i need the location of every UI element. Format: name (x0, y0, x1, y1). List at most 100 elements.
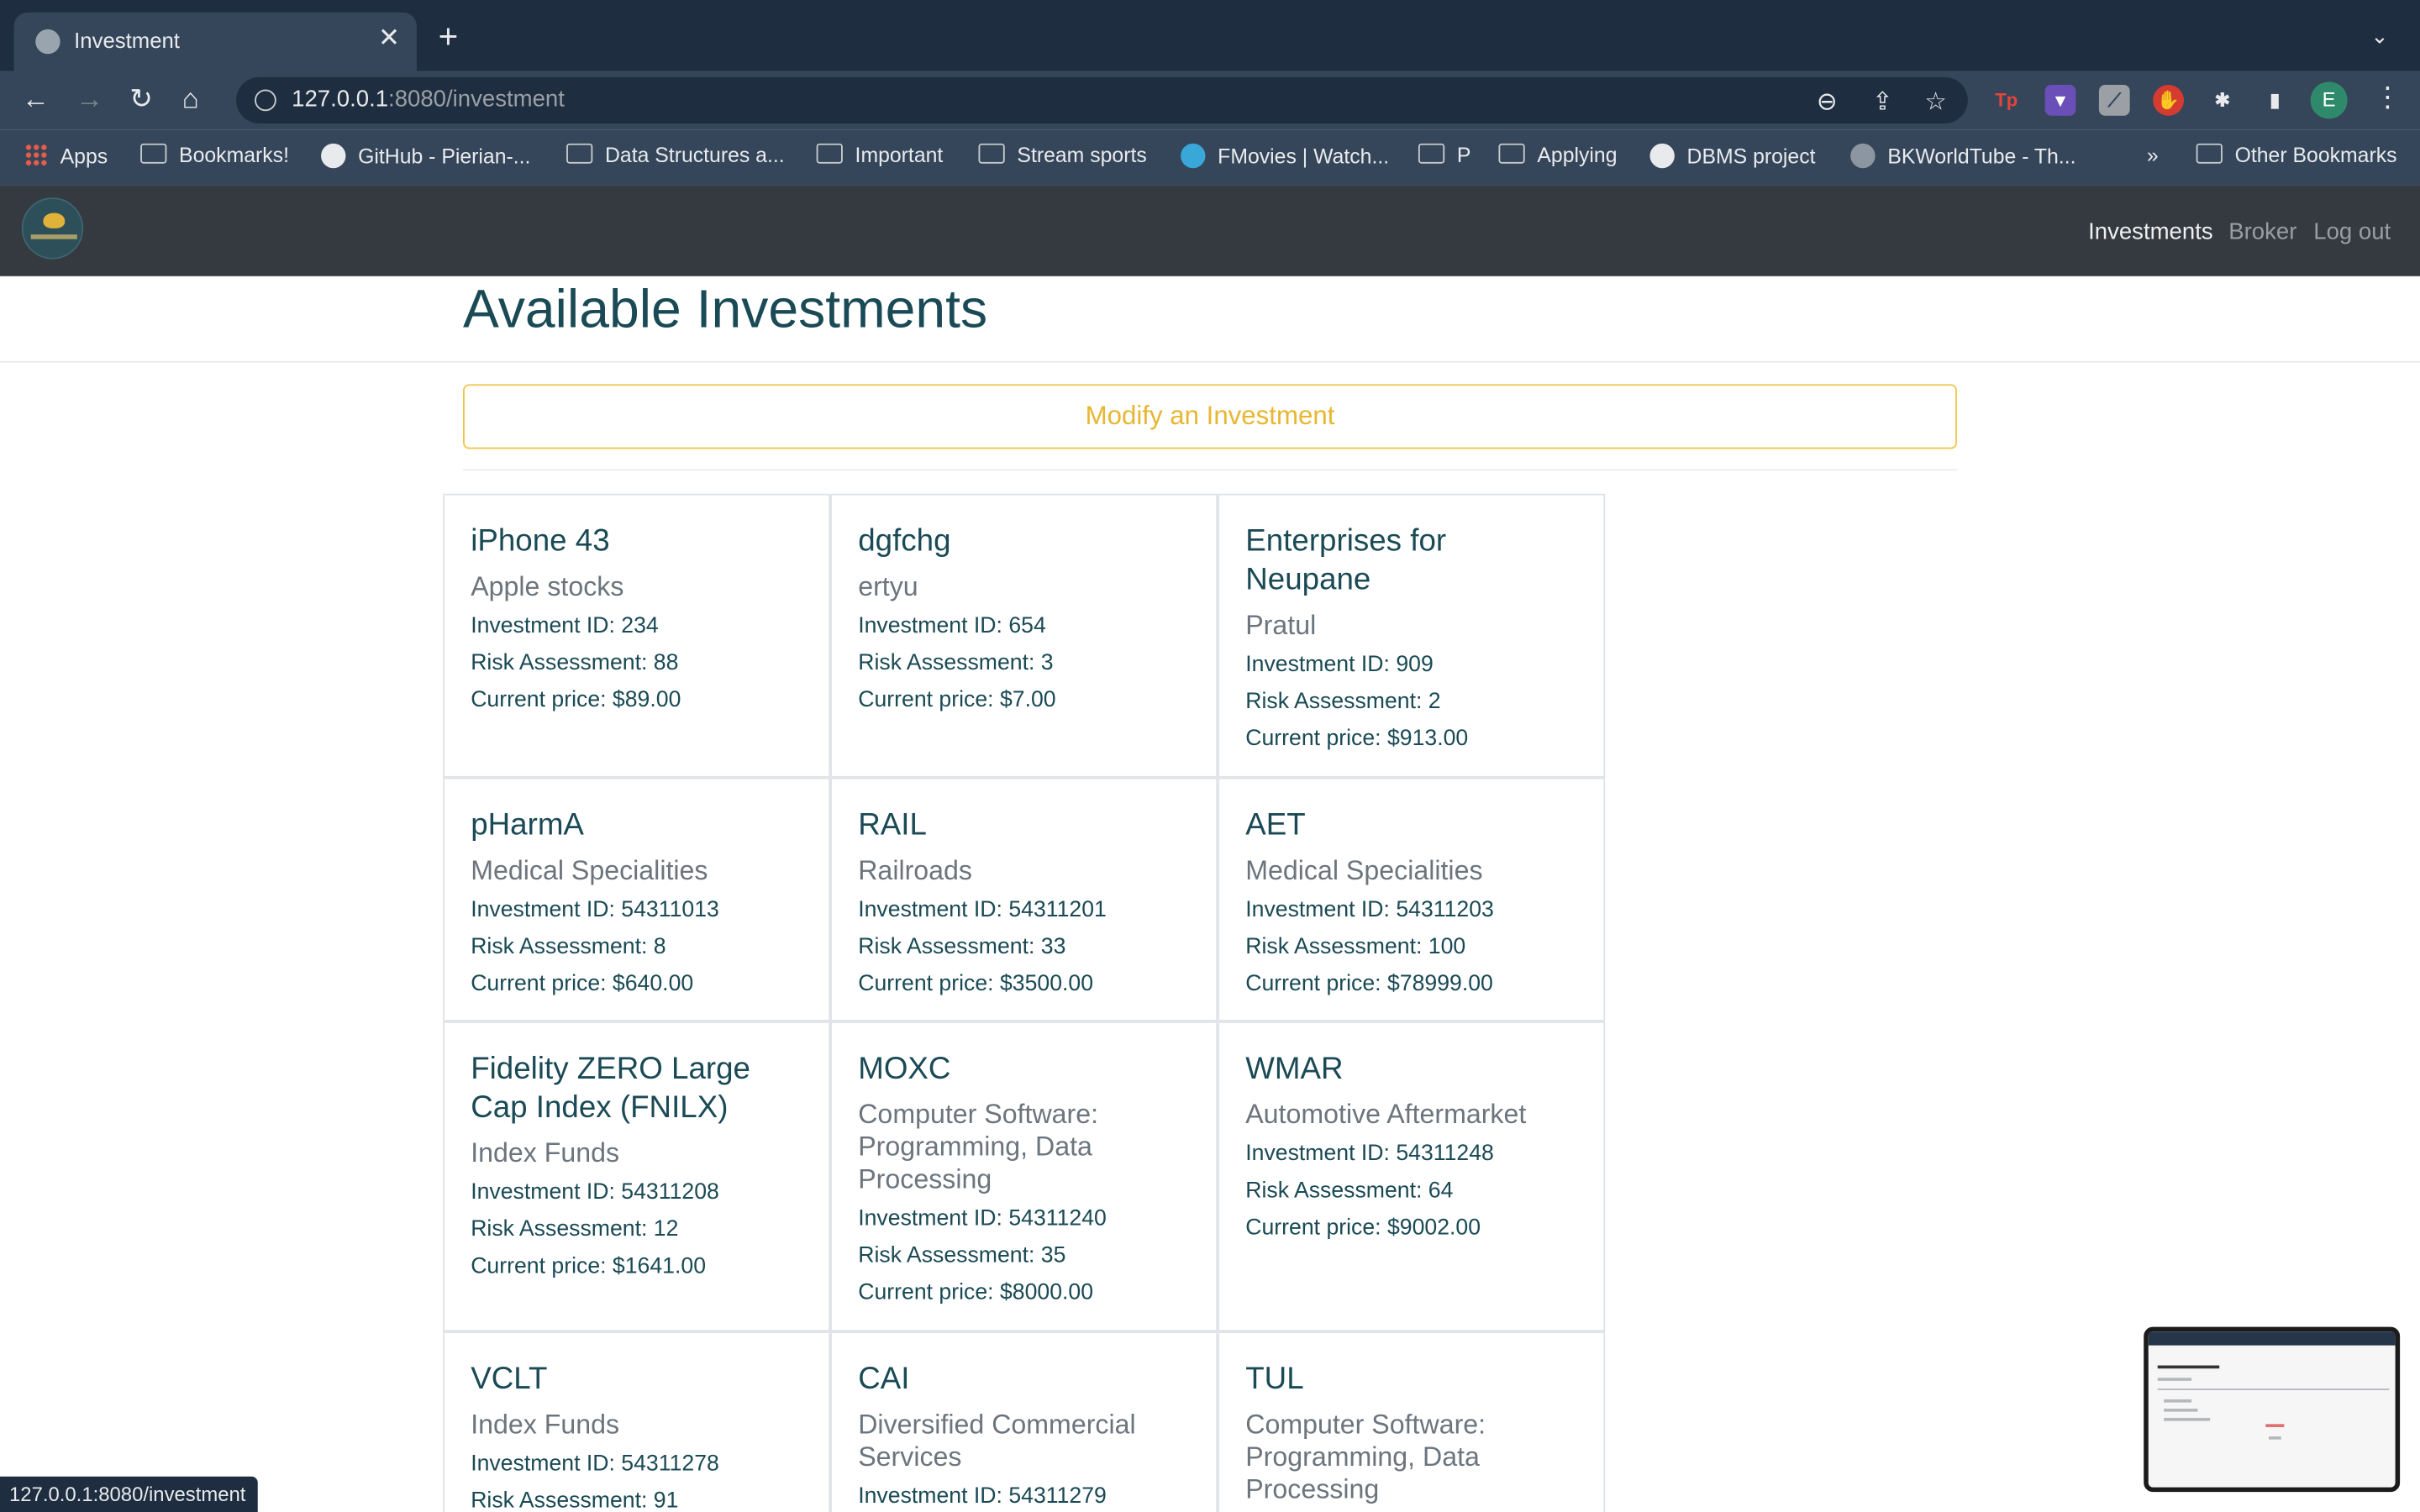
back-icon[interactable]: ← (22, 83, 50, 114)
preview-line (2269, 1436, 2281, 1440)
bookmark-other[interactable]: Other Bookmarks (2196, 143, 2397, 166)
investment-category: Apple stocks (471, 570, 624, 602)
bookmark-folder[interactable]: P (1418, 143, 1470, 166)
risk-assessment: Risk Assessment: 3 (858, 651, 1054, 676)
bookmark-fmovies[interactable]: FMovies | Watch... (1181, 143, 1389, 169)
risk-assessment: Risk Assessment: 91 (471, 1488, 679, 1512)
investment-name: iPhone 43 (471, 524, 610, 559)
investment-category: Index Funds (471, 1408, 620, 1440)
grey-extension-icon[interactable]: ⟋ (2098, 85, 2130, 116)
bookmark-github[interactable]: GitHub - Pierian-... (321, 143, 530, 169)
folder-icon (2196, 143, 2223, 164)
home-icon[interactable]: ⌂ (182, 83, 199, 114)
app-navbar: Investments Broker Log out (0, 185, 2420, 276)
investment-card[interactable]: WMAR Automotive Aftermarket Investment I… (1218, 1021, 1606, 1332)
menu-kebab-icon[interactable]: ⋮ (2374, 81, 2402, 114)
preview-line (2265, 1424, 2285, 1427)
profile-avatar[interactable]: E (2310, 81, 2348, 119)
purple-extension-icon[interactable]: ▾ (2044, 85, 2076, 116)
github-icon (321, 143, 346, 169)
risk-assessment: Risk Assessment: 2 (1245, 690, 1441, 715)
share-icon[interactable]: ⇪ (1872, 87, 1893, 118)
risk-assessment: Risk Assessment: 100 (1245, 935, 1466, 960)
picture-in-picture-preview[interactable] (2144, 1326, 2401, 1493)
github-icon (1649, 143, 1675, 169)
close-tab-icon[interactable]: ✕ (378, 24, 400, 55)
nav-broker[interactable]: Broker (2228, 219, 2296, 245)
investment-id: Investment ID: 234 (471, 614, 659, 639)
investment-id: Investment ID: 654 (858, 614, 1046, 639)
investment-card[interactable]: TUL Computer Software: Programming, Data… (1218, 1331, 1606, 1512)
investment-card[interactable]: iPhone 43 Apple stocks Investment ID: 23… (443, 493, 831, 778)
investment-category: ertyu (858, 570, 918, 602)
investment-name: VCLT (471, 1362, 548, 1397)
investment-card[interactable]: MOXC Computer Software: Programming, Dat… (830, 1021, 1218, 1332)
reload-icon[interactable]: ↻ (129, 83, 153, 114)
zoom-icon[interactable]: ⊖ (1817, 87, 1838, 118)
risk-assessment: Risk Assessment: 12 (471, 1217, 679, 1242)
nav-investments[interactable]: Investments (2088, 219, 2213, 245)
investment-category: Medical Specialities (471, 854, 708, 886)
investment-name: MOXC (858, 1052, 951, 1087)
site-info-icon[interactable] (255, 89, 276, 112)
url-text[interactable]: 127.0.0.1:8080/investment (292, 87, 565, 113)
current-price: Current price: $78999.00 (1245, 972, 1493, 997)
brand-logo[interactable] (21, 197, 84, 260)
investment-card[interactable]: CAI Diversified Commercial Services Inve… (830, 1331, 1218, 1512)
investment-card[interactable]: VCLT Index Funds Investment ID: 54311278… (443, 1331, 831, 1512)
investment-category: Diversified Commercial Services (858, 1408, 1136, 1473)
bookmark-apps[interactable]: Apps (24, 143, 108, 168)
bird-icon (43, 213, 66, 228)
current-price: Current price: $3500.00 (858, 972, 1094, 997)
bookmark-star-icon[interactable]: ☆ (1924, 87, 1946, 118)
bookmark-folder[interactable]: Bookmarks! (140, 143, 289, 166)
bookmark-bkworldtube[interactable]: BKWorldTube - Th... (1850, 143, 2076, 169)
bookmark-folder[interactable]: Stream sports (978, 143, 1147, 166)
forward-icon[interactable]: → (76, 83, 103, 114)
investment-card[interactable]: Fidelity ZERO Large Cap Index (FNILX) In… (443, 1021, 831, 1332)
investment-card[interactable]: Enterprises for Neupane Pratul Investmen… (1218, 493, 1606, 778)
investment-name: dgfchg (858, 524, 951, 559)
new-tab-icon[interactable]: + (439, 19, 459, 54)
modify-investment-button[interactable]: Modify an Investment (463, 384, 1957, 449)
bookmark-folder[interactable]: Applying (1498, 143, 1618, 166)
nav-logout[interactable]: Log out (2313, 219, 2391, 245)
browser-window: Investment ✕ + ⌄ ← → ↻ ⌂ 127.0.0.1:8080/… (0, 0, 2420, 1512)
bookmark-folder[interactable]: Important (816, 143, 943, 166)
red-extension-icon[interactable]: ✋ (2153, 85, 2184, 116)
preview-toolbar (2148, 1331, 2396, 1346)
folder-icon (140, 143, 167, 164)
investment-card[interactable]: RAIL Railroads Investment ID: 54311201 R… (830, 777, 1218, 1021)
risk-assessment: Risk Assessment: 64 (1245, 1179, 1454, 1204)
investment-card[interactable]: dgfchg ertyu Investment ID: 654 Risk Ass… (830, 493, 1218, 778)
preview-heading (2157, 1365, 2220, 1369)
folder-icon (1498, 143, 1525, 164)
tab-search-icon[interactable]: ⌄ (2370, 24, 2389, 50)
investment-id: Investment ID: 54311208 (471, 1180, 719, 1205)
folder-icon (816, 143, 843, 164)
current-price: Current price: $8000.00 (858, 1280, 1094, 1305)
current-price: Current price: $913.00 (1245, 727, 1469, 752)
bookmark-github[interactable]: DBMS project (1649, 143, 1816, 169)
tp-extension-icon[interactable]: Tp (1991, 85, 2022, 116)
investment-card[interactable]: AET Medical Specialities Investment ID: … (1218, 777, 1606, 1021)
browser-toolbar: ← → ↻ ⌂ 127.0.0.1:8080/investment ⊖ ⇪ ☆ … (0, 71, 2420, 130)
investment-card[interactable]: pHarmA Medical Specialities Investment I… (443, 777, 831, 1021)
preview-line (2164, 1417, 2211, 1421)
investment-category: Computer Software: Programming, Data Pro… (858, 1098, 1099, 1194)
preview-line (2157, 1389, 2390, 1390)
preview-line (2164, 1399, 2192, 1403)
bookmarks-overflow-chevron-icon[interactable]: » (2147, 144, 2159, 167)
side-panel-icon[interactable]: ▮ (2260, 85, 2291, 116)
current-price: Current price: $89.00 (471, 688, 681, 713)
tab-strip: Investment ✕ + ⌄ (0, 0, 2420, 71)
browser-tab[interactable]: Investment ✕ (13, 12, 417, 71)
logo-wordmark (30, 234, 77, 239)
divider (0, 360, 2420, 363)
bookmark-folder[interactable]: Data Structures a... (566, 143, 785, 166)
extensions-puzzle-icon[interactable]: ✱ (2207, 85, 2238, 116)
risk-assessment: Risk Assessment: 33 (858, 935, 1066, 960)
address-bar[interactable]: 127.0.0.1:8080/investment ⊖ ⇪ ☆ (236, 76, 1968, 123)
investment-name: pHarmA (471, 808, 584, 843)
apps-grid-icon (24, 143, 48, 167)
